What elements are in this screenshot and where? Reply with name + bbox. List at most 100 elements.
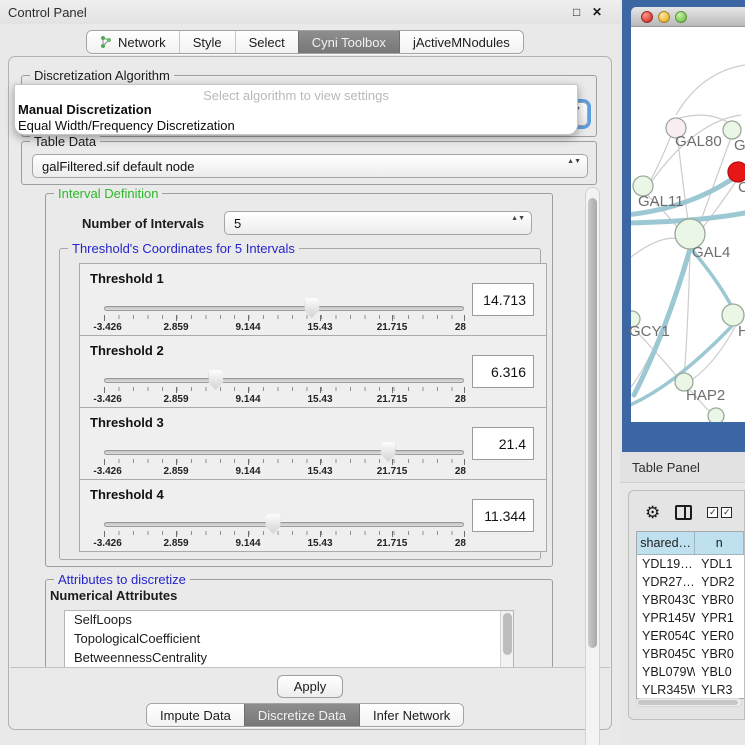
checkbox-icon[interactable]: ✓ bbox=[721, 507, 732, 518]
node-label: GAL4 bbox=[692, 244, 730, 261]
combo-stepper-icon: ▲▼ bbox=[511, 215, 525, 223]
node-attribute-table[interactable]: shared… n YDL19…YDL1 YDR27…YDR2 YBR043CY… bbox=[636, 531, 744, 699]
node-label: H bbox=[738, 323, 745, 340]
threshold-slider[interactable]: -3.426 2.859 9.144 15.43 21.715 28 bbox=[104, 306, 464, 335]
slider-ticks bbox=[104, 531, 464, 537]
threshold-label: Threshold 2 bbox=[90, 343, 164, 358]
slider-ticks bbox=[104, 387, 464, 393]
slider-tick-labels: -3.426 2.859 9.144 15.43 21.715 28 bbox=[104, 538, 464, 551]
discretization-algorithm-label: Discretization Algorithm bbox=[30, 68, 174, 83]
close-window-icon[interactable]: ✕ bbox=[592, 5, 602, 19]
table-row[interactable]: YBR043CYBR0 bbox=[637, 591, 744, 609]
table-horizontal-scrollbar[interactable] bbox=[636, 698, 742, 707]
thresholds-group: Threshold's Coordinates for 5 Intervals … bbox=[59, 248, 541, 560]
threshold-slider[interactable]: -3.426 2.859 9.144 15.43 21.715 28 bbox=[104, 378, 464, 407]
table-data-group: Table Data galFiltered.sif default node … bbox=[21, 141, 597, 185]
algorithm-dropdown-popup: Select algorithm to view settings Manual… bbox=[14, 84, 578, 135]
node-label: GAL11 bbox=[638, 193, 684, 210]
threshold-value-field[interactable]: 14.713 bbox=[472, 283, 534, 316]
column-header-name[interactable]: n bbox=[695, 532, 744, 554]
table-row[interactable]: YDR27…YDR2 bbox=[637, 573, 744, 591]
node-label: GCY1 bbox=[629, 323, 670, 340]
threshold-value-field[interactable]: 21.4 bbox=[472, 427, 534, 460]
tab-style[interactable]: Style bbox=[179, 31, 235, 53]
float-window-icon[interactable]: □ bbox=[573, 5, 580, 19]
slider-ticks bbox=[104, 459, 464, 465]
threshold-stack: Threshold 1 -3.426 2.859 9.144 bbox=[79, 264, 547, 552]
tab-network[interactable]: Network bbox=[87, 31, 179, 53]
algorithm-option-equal-width[interactable]: Equal Width/Frequency Discretization bbox=[18, 118, 235, 133]
combo-stepper-icon: ▲▼ bbox=[567, 158, 581, 166]
table-panel-bar: Table Panel bbox=[620, 452, 745, 483]
attributes-list-scrollbar[interactable] bbox=[500, 611, 513, 668]
tab-select[interactable]: Select bbox=[235, 31, 298, 53]
threshold-row: Threshold 1 -3.426 2.859 9.144 bbox=[79, 263, 547, 336]
threshold-label: Threshold 3 bbox=[90, 415, 164, 430]
zoom-traffic-light-icon[interactable] bbox=[675, 11, 687, 23]
algorithm-hint-text: Select algorithm to view settings bbox=[15, 88, 577, 103]
table-row[interactable]: YBR045CYBR0 bbox=[637, 645, 744, 663]
network-window-titlebar[interactable] bbox=[631, 7, 745, 27]
split-columns-icon[interactable] bbox=[675, 505, 692, 520]
threshold-label: Threshold 1 bbox=[90, 271, 164, 286]
node-label: C bbox=[738, 179, 745, 196]
slider-tick-labels: -3.426 2.859 9.144 15.43 21.715 28 bbox=[104, 322, 464, 335]
table-row[interactable]: YDL19…YDL1 bbox=[637, 555, 744, 573]
numerical-attributes-list[interactable]: SelfLoops TopologicalCoefficient Between… bbox=[64, 610, 514, 668]
slider-track[interactable] bbox=[104, 450, 464, 455]
list-item[interactable]: BetweennessCentrality bbox=[65, 649, 513, 668]
panel-vertical-scrollbar[interactable] bbox=[585, 187, 600, 745]
threshold-slider[interactable]: -3.426 2.859 9.144 15.43 21.715 28 bbox=[104, 522, 464, 551]
slider-track[interactable] bbox=[104, 306, 464, 311]
node-label: GAL80 bbox=[675, 133, 722, 150]
table-row[interactable]: YLR345WYLR3 bbox=[637, 681, 744, 699]
threshold-label: Threshold 4 bbox=[90, 487, 164, 502]
table-row[interactable]: YPR145WYPR1 bbox=[637, 609, 744, 627]
interval-definition-label: Interval Definition bbox=[54, 186, 162, 201]
tab-jactivemnodules[interactable]: jActiveMNodules bbox=[399, 31, 523, 53]
network-graph bbox=[631, 27, 745, 422]
slider-track[interactable] bbox=[104, 378, 464, 383]
table-row[interactable]: YBL079WYBL0 bbox=[637, 663, 744, 681]
slider-tick-labels: -3.426 2.859 9.144 15.43 21.715 28 bbox=[104, 466, 464, 479]
table-data-combo-value: galFiltered.sif default node bbox=[42, 159, 194, 174]
tab-cyni-toolbox[interactable]: Cyni Toolbox bbox=[298, 31, 399, 53]
network-view-canvas[interactable] bbox=[631, 27, 745, 422]
tab-infer-network[interactable]: Infer Network bbox=[359, 704, 463, 726]
tab-discretize-data[interactable]: Discretize Data bbox=[244, 704, 359, 726]
network-icon bbox=[100, 35, 113, 49]
table-header-row: shared… n bbox=[637, 532, 744, 555]
node-label: GA bbox=[734, 137, 745, 154]
table-panel-title: Table Panel bbox=[632, 460, 700, 475]
top-tab-bar: Network Style Select Cyni Toolbox jActiv… bbox=[86, 30, 524, 54]
tab-impute-data[interactable]: Impute Data bbox=[147, 704, 244, 726]
number-of-intervals-combobox[interactable]: 5 ▲▼ bbox=[224, 211, 532, 235]
threshold-slider[interactable]: -3.426 2.859 9.144 15.43 21.715 28 bbox=[104, 450, 464, 479]
slider-ticks bbox=[104, 315, 464, 321]
control-panel-window: Control Panel □ ✕ Network Style Select C… bbox=[0, 0, 620, 745]
gear-icon[interactable]: ⚙ bbox=[645, 504, 660, 521]
table-toolbar: ⚙ ✓ ✓ bbox=[635, 497, 744, 527]
list-item[interactable]: TopologicalCoefficient bbox=[65, 630, 513, 649]
slider-tick-labels: -3.426 2.859 9.144 15.43 21.715 28 bbox=[104, 394, 464, 407]
table-data-label: Table Data bbox=[30, 134, 100, 149]
apply-button[interactable]: Apply bbox=[277, 675, 343, 698]
panel-title: Control Panel bbox=[8, 5, 87, 20]
minimize-traffic-light-icon[interactable] bbox=[658, 11, 670, 23]
algorithm-option-manual[interactable]: Manual Discretization bbox=[18, 102, 152, 117]
numerical-attributes-label: Numerical Attributes bbox=[50, 588, 177, 603]
attributes-group-label: Attributes to discretize bbox=[54, 572, 190, 587]
table-data-combobox[interactable]: galFiltered.sif default node ▲▼ bbox=[32, 154, 588, 178]
threshold-value-field[interactable]: 11.344 bbox=[472, 499, 534, 532]
thresholds-group-label: Threshold's Coordinates for 5 Intervals bbox=[68, 241, 299, 256]
checkbox-icon[interactable]: ✓ bbox=[707, 507, 718, 518]
list-item[interactable]: SelfLoops bbox=[65, 611, 513, 630]
close-traffic-light-icon[interactable] bbox=[641, 11, 653, 23]
threshold-value-field[interactable]: 6.316 bbox=[472, 355, 534, 388]
column-header-shared-name[interactable]: shared… bbox=[637, 532, 695, 554]
slider-track[interactable] bbox=[104, 522, 464, 527]
threshold-row: Threshold 3 -3.426 2.859 9.144 bbox=[79, 407, 547, 480]
attributes-group: Attributes to discretize Numerical Attri… bbox=[45, 579, 553, 669]
bottom-tab-bar: Impute Data Discretize Data Infer Networ… bbox=[146, 703, 464, 727]
table-row[interactable]: YER054CYER0 bbox=[637, 627, 744, 645]
